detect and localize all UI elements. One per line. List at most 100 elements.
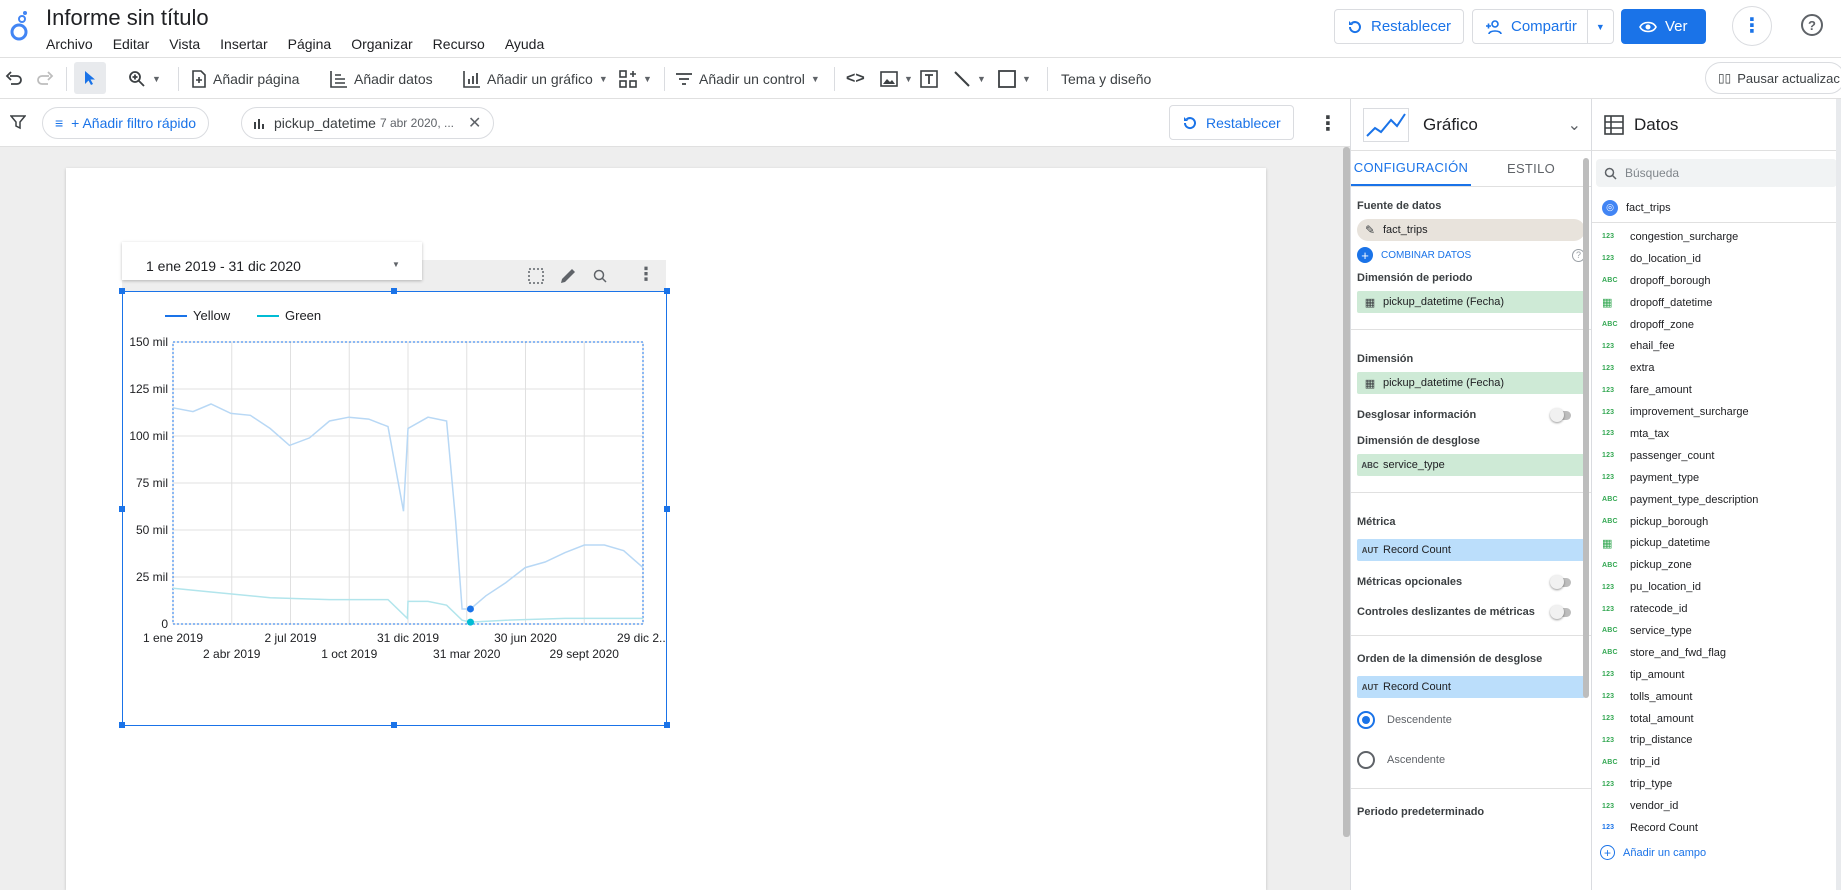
menu-vista[interactable]: Vista bbox=[169, 36, 210, 52]
combine-data-button[interactable]: + COMBINAR DATOS ? bbox=[1351, 243, 1591, 267]
pencil-icon[interactable] bbox=[559, 267, 577, 285]
shape-button[interactable]: ▼ bbox=[998, 58, 1031, 99]
field-search[interactable]: Búsqueda bbox=[1596, 159, 1837, 187]
share-dropdown-icon[interactable]: ▼ bbox=[1586, 10, 1613, 43]
select-area-icon[interactable] bbox=[528, 268, 544, 284]
field-item[interactable]: ABC dropoff_zone bbox=[1592, 314, 1841, 336]
field-item[interactable]: 123 trip_distance bbox=[1592, 729, 1841, 751]
field-item[interactable]: ABC payment_type_description bbox=[1592, 489, 1841, 511]
field-item[interactable]: 123 total_amount bbox=[1592, 708, 1841, 730]
data-source-field[interactable]: ✎ fact_trips bbox=[1357, 219, 1585, 241]
redo-button[interactable] bbox=[36, 58, 54, 99]
field-item[interactable]: 123 tip_amount bbox=[1592, 664, 1841, 686]
select-tool-button[interactable] bbox=[74, 62, 106, 94]
field-item[interactable]: 123 ehail_fee bbox=[1592, 335, 1841, 357]
canvas-scrollbar[interactable] bbox=[1343, 147, 1350, 837]
pause-updates-button[interactable]: ▯▯ Pausar actualizac bbox=[1705, 62, 1841, 94]
field-item[interactable]: ABC service_type bbox=[1592, 620, 1841, 642]
field-item[interactable]: 123 fare_amount bbox=[1592, 379, 1841, 401]
resize-handle[interactable] bbox=[664, 722, 670, 728]
add-quick-filter-button[interactable]: ≡ + Añadir filtro rápido bbox=[42, 107, 210, 139]
field-item[interactable]: 123 pu_location_id bbox=[1592, 576, 1841, 598]
field-item[interactable]: 123 improvement_surcharge bbox=[1592, 401, 1841, 423]
filter-reset-button[interactable]: Restablecer bbox=[1169, 105, 1294, 140]
props-scrollbar[interactable] bbox=[1583, 158, 1589, 698]
filterbar-more-icon[interactable]: ⋮ bbox=[1318, 111, 1338, 136]
menu-ayuda[interactable]: Ayuda bbox=[505, 36, 554, 52]
menu-recurso[interactable]: Recurso bbox=[433, 36, 495, 52]
resize-handle[interactable] bbox=[391, 722, 397, 728]
metric-sliders-toggle[interactable] bbox=[1550, 604, 1571, 619]
field-item[interactable]: 123 ratecode_id bbox=[1592, 598, 1841, 620]
period-dimension-field[interactable]: ▦ pickup_datetime (Fecha) bbox=[1357, 291, 1585, 313]
field-item[interactable]: 123 do_location_id bbox=[1592, 248, 1841, 270]
reset-button[interactable]: Restablecer bbox=[1334, 9, 1465, 44]
pencil-icon[interactable]: ✎ bbox=[1357, 219, 1383, 241]
field-item[interactable]: 123 extra bbox=[1592, 357, 1841, 379]
field-item[interactable]: 123 passenger_count bbox=[1592, 445, 1841, 467]
theme-button[interactable]: Tema y diseño bbox=[1061, 58, 1151, 99]
report-title[interactable]: Informe sin título bbox=[46, 5, 209, 31]
add-field-button[interactable]: + Añadir un campo bbox=[1592, 839, 1841, 867]
embed-code-button[interactable]: <> bbox=[846, 58, 865, 99]
breakdown-order-field[interactable]: AUT Record Count bbox=[1357, 676, 1585, 698]
data-source-row[interactable]: ◎ fact_trips bbox=[1592, 193, 1841, 223]
field-item[interactable]: 123 mta_tax bbox=[1592, 423, 1841, 445]
share-button[interactable]: Compartir ▼ bbox=[1472, 9, 1614, 44]
resize-handle[interactable] bbox=[119, 506, 125, 512]
resize-handle[interactable] bbox=[664, 288, 670, 294]
field-item[interactable]: 123 Record Count bbox=[1592, 817, 1841, 839]
date-range-control[interactable]: 1 ene 2019 - 31 dic 2020 ▼ bbox=[122, 242, 422, 280]
field-item[interactable]: 123 congestion_surcharge bbox=[1592, 226, 1841, 248]
radio-button-selected[interactable] bbox=[1357, 711, 1375, 729]
menu-pagina[interactable]: Página bbox=[288, 36, 342, 52]
field-item[interactable]: 123 trip_type bbox=[1592, 773, 1841, 795]
add-data-button[interactable]: Añadir datos bbox=[330, 58, 433, 99]
radio-ascending[interactable]: Ascendente bbox=[1351, 740, 1591, 780]
chart-more-icon[interactable]: ⋮ bbox=[637, 264, 655, 285]
field-item[interactable]: 123 vendor_id bbox=[1592, 795, 1841, 817]
zoom-button[interactable]: ▼ bbox=[128, 58, 161, 99]
help-button[interactable]: ? bbox=[1801, 14, 1823, 36]
breakdown-field[interactable]: ABC service_type bbox=[1357, 454, 1585, 476]
field-item[interactable]: 123 tolls_amount bbox=[1592, 686, 1841, 708]
tab-estilo[interactable]: ESTILO bbox=[1471, 151, 1591, 186]
field-item[interactable]: ▦ dropoff_datetime bbox=[1592, 292, 1841, 314]
menu-archivo[interactable]: Archivo bbox=[46, 36, 103, 52]
resize-handle[interactable] bbox=[664, 506, 670, 512]
line-button[interactable]: ▼ bbox=[953, 58, 986, 99]
image-button[interactable]: ▼ bbox=[880, 58, 913, 99]
add-page-button[interactable]: Añadir página bbox=[191, 58, 299, 99]
field-item[interactable]: 123 payment_type bbox=[1592, 467, 1841, 489]
close-icon[interactable]: ✕ bbox=[468, 113, 481, 133]
resize-handle[interactable] bbox=[391, 288, 397, 294]
radio-descending[interactable]: Descendente bbox=[1351, 700, 1591, 740]
menu-editar[interactable]: Editar bbox=[113, 36, 160, 52]
resize-handle[interactable] bbox=[119, 722, 125, 728]
tab-configuracion[interactable]: CONFIGURACIÓN bbox=[1351, 151, 1471, 186]
undo-button[interactable] bbox=[5, 58, 23, 99]
field-item[interactable]: ABC store_and_fwd_flag bbox=[1592, 642, 1841, 664]
text-button[interactable] bbox=[920, 58, 938, 99]
field-item[interactable]: ▦ pickup_datetime bbox=[1592, 532, 1841, 554]
drill-down-toggle[interactable] bbox=[1550, 407, 1571, 422]
more-options-button[interactable]: ⋮ bbox=[1732, 6, 1772, 46]
looker-studio-logo[interactable] bbox=[10, 10, 32, 42]
field-item[interactable]: ABC dropoff_borough bbox=[1592, 270, 1841, 292]
radio-button[interactable] bbox=[1357, 751, 1375, 769]
chevron-down-icon[interactable]: ⌄ bbox=[1568, 115, 1581, 135]
props-header[interactable]: Gráfico ⌄ bbox=[1351, 99, 1591, 151]
dimension-field[interactable]: ▦ pickup_datetime (Fecha) bbox=[1357, 372, 1585, 394]
time-series-chart[interactable]: 0 25 mil 50 mil 75 mil 100 mil 125 mil 150 mil… bbox=[122, 291, 669, 726]
menu-organizar[interactable]: Organizar bbox=[351, 36, 422, 52]
menu-insertar[interactable]: Insertar bbox=[220, 36, 277, 52]
field-item[interactable]: ABC trip_id bbox=[1592, 751, 1841, 773]
add-chart-button[interactable]: Añadir un gráfico ▼ bbox=[463, 58, 608, 99]
add-component-button[interactable]: ▼ bbox=[619, 58, 652, 99]
resize-handle[interactable] bbox=[119, 288, 125, 294]
add-control-button[interactable]: Añadir un control ▼ bbox=[675, 58, 820, 99]
field-item[interactable]: ABC pickup_zone bbox=[1592, 554, 1841, 576]
field-item[interactable]: ABC pickup_borough bbox=[1592, 511, 1841, 533]
zoom-icon[interactable] bbox=[592, 268, 608, 284]
filter-chip[interactable]: pickup_datetime 7 abr 2020, ... ✕ bbox=[241, 107, 495, 139]
